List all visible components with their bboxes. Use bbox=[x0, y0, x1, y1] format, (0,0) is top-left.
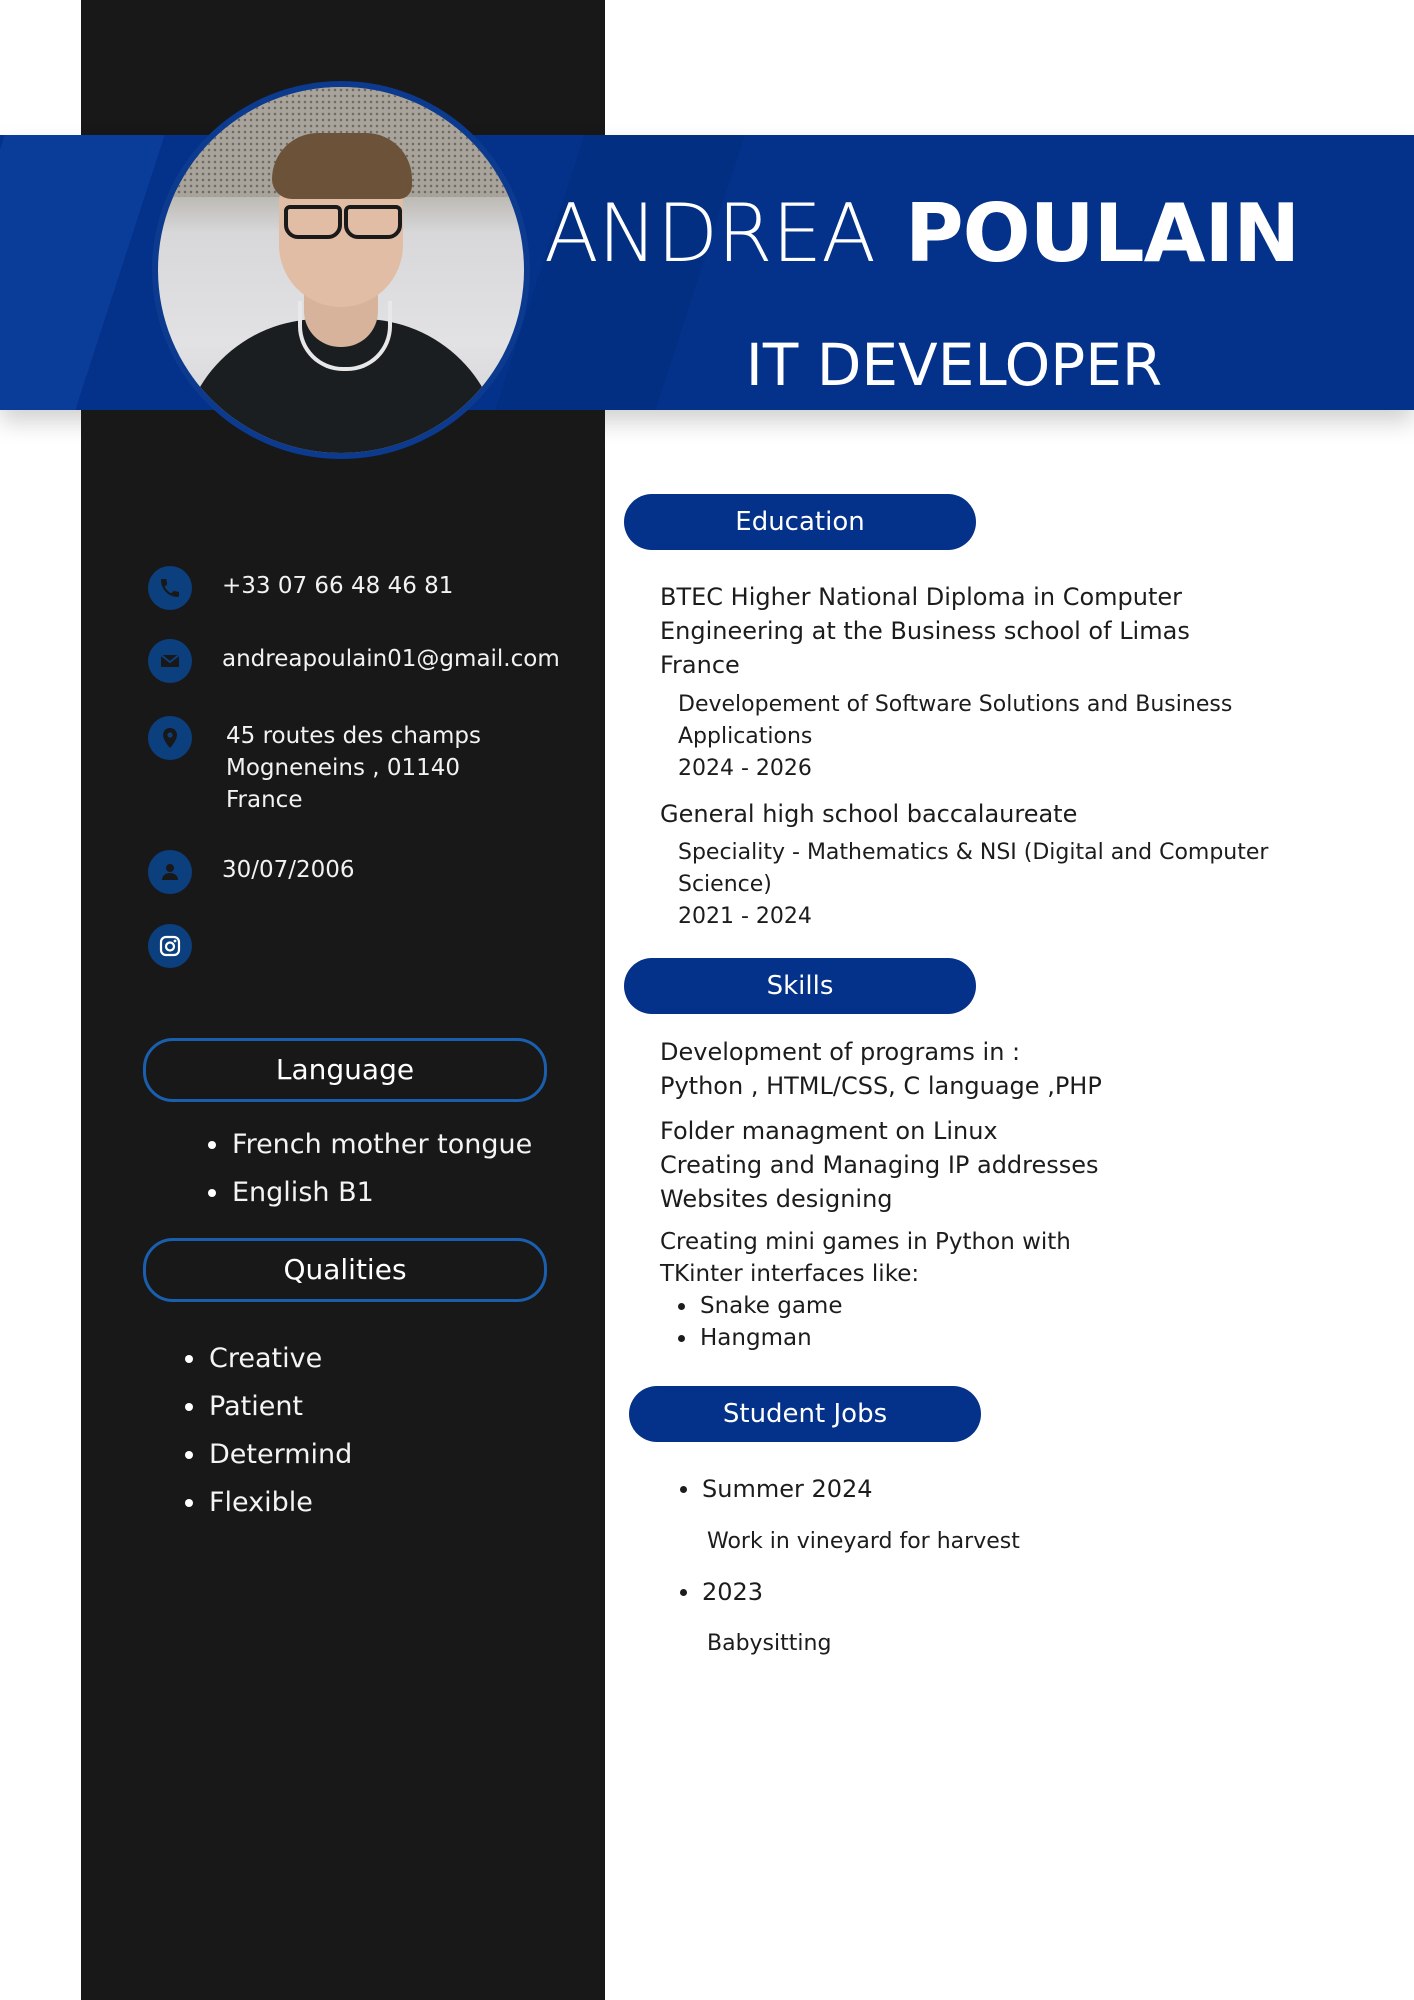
education-heading: Education bbox=[624, 494, 976, 550]
education-entry-details: Speciality - Mathematics & NSI (Digital … bbox=[678, 840, 1269, 929]
contact-phone: +33 07 66 48 46 81 bbox=[148, 566, 453, 610]
skills-block: Creating mini games in Python with TKint… bbox=[660, 1229, 1071, 1287]
skills-block: Folder managment on Linux Creating and M… bbox=[660, 1117, 1099, 1213]
language-list: French mother tongue English B1 bbox=[208, 1121, 532, 1217]
banner-stripe bbox=[0, 135, 165, 410]
person-icon bbox=[148, 850, 192, 894]
address-line: 45 routes des champs bbox=[226, 723, 481, 749]
list-item: Patient bbox=[185, 1383, 352, 1431]
profile-photo bbox=[152, 81, 530, 459]
first-name: ANDREA bbox=[544, 187, 876, 280]
education-entry-title: General high school baccalaureate bbox=[660, 800, 1078, 828]
contact-address: 45 routes des champs Mogneneins , 01140 … bbox=[148, 716, 481, 816]
skills-block: Development of programs in : Python , HT… bbox=[660, 1038, 1102, 1100]
instagram-icon[interactable] bbox=[148, 924, 192, 968]
list-item: English B1 bbox=[208, 1169, 532, 1217]
contact-email: andreapoulain01@gmail.com bbox=[148, 639, 560, 683]
list-item: French mother tongue bbox=[208, 1121, 532, 1169]
jobs-heading: Student Jobs bbox=[629, 1386, 981, 1442]
qualities-heading: Qualities bbox=[143, 1238, 547, 1302]
education-entry-details: Developement of Software Solutions and B… bbox=[678, 692, 1233, 781]
skills-heading: Skills bbox=[624, 958, 976, 1014]
birthdate: 30/07/2006 bbox=[222, 857, 355, 883]
address-line: France bbox=[226, 787, 303, 813]
phone-number[interactable]: +33 07 66 48 46 81 bbox=[222, 570, 453, 602]
location-pin-icon bbox=[148, 716, 192, 760]
mail-icon bbox=[148, 639, 192, 683]
full-name: ANDREA POULAIN bbox=[544, 186, 1314, 282]
list-item: Flexible bbox=[185, 1479, 352, 1527]
jobs-list: 2023 bbox=[672, 1575, 763, 1609]
job-description: Babysitting bbox=[707, 1631, 832, 1656]
contact-birthdate: 30/07/2006 bbox=[148, 850, 355, 894]
list-item: Hangman bbox=[670, 1322, 842, 1354]
list-item: Creative bbox=[185, 1335, 352, 1383]
last-name: POULAIN bbox=[905, 187, 1300, 280]
phone-icon bbox=[148, 566, 192, 610]
email-address[interactable]: andreapoulain01@gmail.com bbox=[222, 643, 560, 675]
address-line: Mogneneins , 01140 bbox=[226, 755, 461, 781]
address: 45 routes des champs Mogneneins , 01140 … bbox=[226, 720, 481, 816]
list-item: Snake game bbox=[670, 1290, 842, 1322]
job-title: IT DEVELOPER bbox=[745, 331, 1163, 399]
list-item: Determind bbox=[185, 1431, 352, 1479]
games-list: Snake game Hangman bbox=[670, 1290, 842, 1354]
job-period: 2023 bbox=[672, 1575, 763, 1609]
jobs-list: Summer 2024 bbox=[672, 1472, 873, 1506]
contact-instagram bbox=[148, 924, 192, 968]
qualities-list: Creative Patient Determind Flexible bbox=[185, 1335, 352, 1527]
job-period: Summer 2024 bbox=[672, 1472, 873, 1506]
education-entry-title: BTEC Higher National Diploma in Computer… bbox=[660, 583, 1190, 679]
job-description: Work in vineyard for harvest bbox=[707, 1529, 1020, 1554]
language-heading: Language bbox=[143, 1038, 547, 1102]
